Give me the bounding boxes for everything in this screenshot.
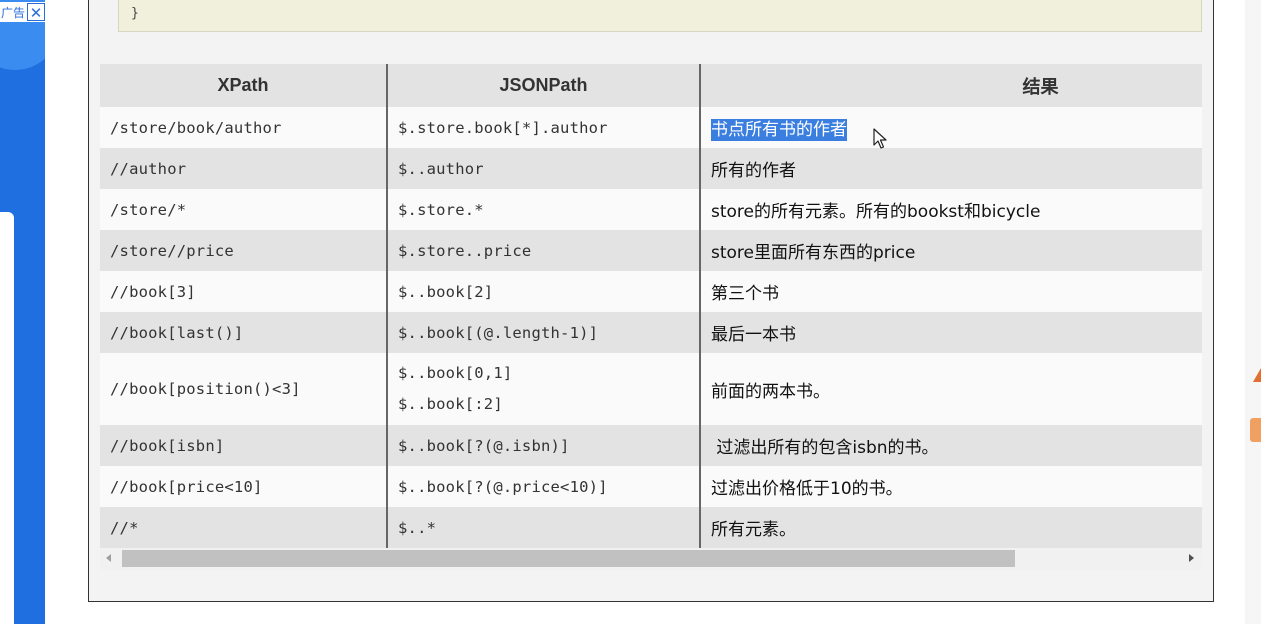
table-row: //book[3] $..book[2] 第三个书 [100, 271, 1202, 312]
jsonpath-cell: $..book[2] [386, 271, 700, 312]
result-cell: 第三个书 [699, 271, 1202, 312]
scrollbar-thumb[interactable] [122, 550, 1015, 567]
table-row: //book[isbn] $..book[?(@.isbn)] 过滤出所有的包含… [100, 425, 1202, 466]
jsonpath-line: $..book[:2] [398, 395, 503, 413]
result-cell: 所有元素。 [699, 507, 1202, 548]
result-cell: 过滤出所有的包含isbn的书。 [699, 425, 1202, 466]
table-row: /store/book/author $.store.book[*].autho… [100, 107, 1202, 148]
xpath-cell: /store/book/author [100, 107, 387, 148]
xpath-cell: //book[position()<3] [100, 353, 387, 425]
scroll-left-arrow-icon[interactable] [106, 554, 111, 562]
xpath-cell: //book[last()] [100, 312, 387, 353]
ad-close-button[interactable]: ✕ [27, 3, 46, 22]
result-cell: store里面所有东西的price [699, 230, 1202, 271]
table-header-row: XPath JSONPath 结果 [100, 64, 1202, 107]
xpath-cell: /store/* [100, 189, 387, 230]
xpath-cell: //book[price<10] [100, 466, 387, 507]
xpath-cell: //book[isbn] [100, 425, 387, 466]
table-row: //book[last()] $..book[(@.length-1)] 最后一… [100, 312, 1202, 353]
table-row: //book[position()<3] $..book[0,1] $..boo… [100, 353, 1202, 425]
result-cell: 最后一本书 [699, 312, 1202, 353]
xpath-cell: /store//price [100, 230, 387, 271]
jsonpath-cell: $..* [386, 507, 700, 548]
side-widget-tab[interactable] [1250, 418, 1261, 442]
jsonpath-cell: $.store.book[*].author [386, 107, 700, 148]
table-row: //book[price<10] $..book[?(@.price<10)] … [100, 466, 1202, 507]
table-row: //* $..* 所有元素。 [100, 507, 1202, 548]
horizontal-scrollbar[interactable] [100, 548, 1202, 570]
table-row: /store//price $.store..price store里面所有东西… [100, 230, 1202, 271]
ad-label-text: 广告 [1, 5, 26, 20]
result-cell: 所有的作者 [699, 148, 1202, 189]
result-cell: 书点所有书的作者 [699, 107, 1202, 148]
scroll-right-arrow-icon[interactable] [1189, 554, 1194, 562]
header-result: 结果 [699, 64, 1202, 107]
xpath-cell: //author [100, 148, 387, 189]
ad-label: 广告 ✕ [0, 2, 46, 22]
jsonpath-cell: $..author [386, 148, 700, 189]
result-cell: 过滤出价格低于10的书。 [699, 466, 1202, 507]
right-side-widgets [1246, 0, 1261, 624]
result-cell: 前面的两本书。 [699, 353, 1202, 425]
code-closing-brace: } [131, 6, 139, 21]
jsonpath-cell: $.store..price [386, 230, 700, 271]
selected-text[interactable]: 书点所有书的作者 [711, 119, 847, 141]
jsonpath-cell: $..book[0,1] $..book[:2] [386, 353, 700, 425]
jsonpath-cell: $..book[?(@.price<10)] [386, 466, 700, 507]
header-xpath: XPath [100, 64, 387, 107]
side-widget-icon[interactable] [1253, 368, 1261, 382]
mouse-pointer-icon [873, 128, 887, 149]
jsonpath-cell: $.store.* [386, 189, 700, 230]
header-jsonpath: JSONPath [386, 64, 700, 107]
ad-panel [0, 212, 14, 624]
ad-banner[interactable] [0, 0, 45, 624]
result-cell: store的所有元素。所有的bookst和bicycle [699, 189, 1202, 230]
jsonpath-line: $..book[0,1] [398, 364, 513, 382]
jsonpath-cell: $..book[(@.length-1)] [386, 312, 700, 353]
code-block: } [118, 0, 1202, 32]
xpath-cell: //* [100, 507, 387, 548]
xpath-cell: //book[3] [100, 271, 387, 312]
table-row: //author $..author 所有的作者 [100, 148, 1202, 189]
xpath-jsonpath-table: XPath JSONPath 结果 /store/book/author $.s… [100, 64, 1202, 548]
table-row: /store/* $.store.* store的所有元素。所有的bookst和… [100, 189, 1202, 230]
jsonpath-cell: $..book[?(@.isbn)] [386, 425, 700, 466]
comparison-table-container[interactable]: XPath JSONPath 结果 /store/book/author $.s… [100, 64, 1202, 548]
